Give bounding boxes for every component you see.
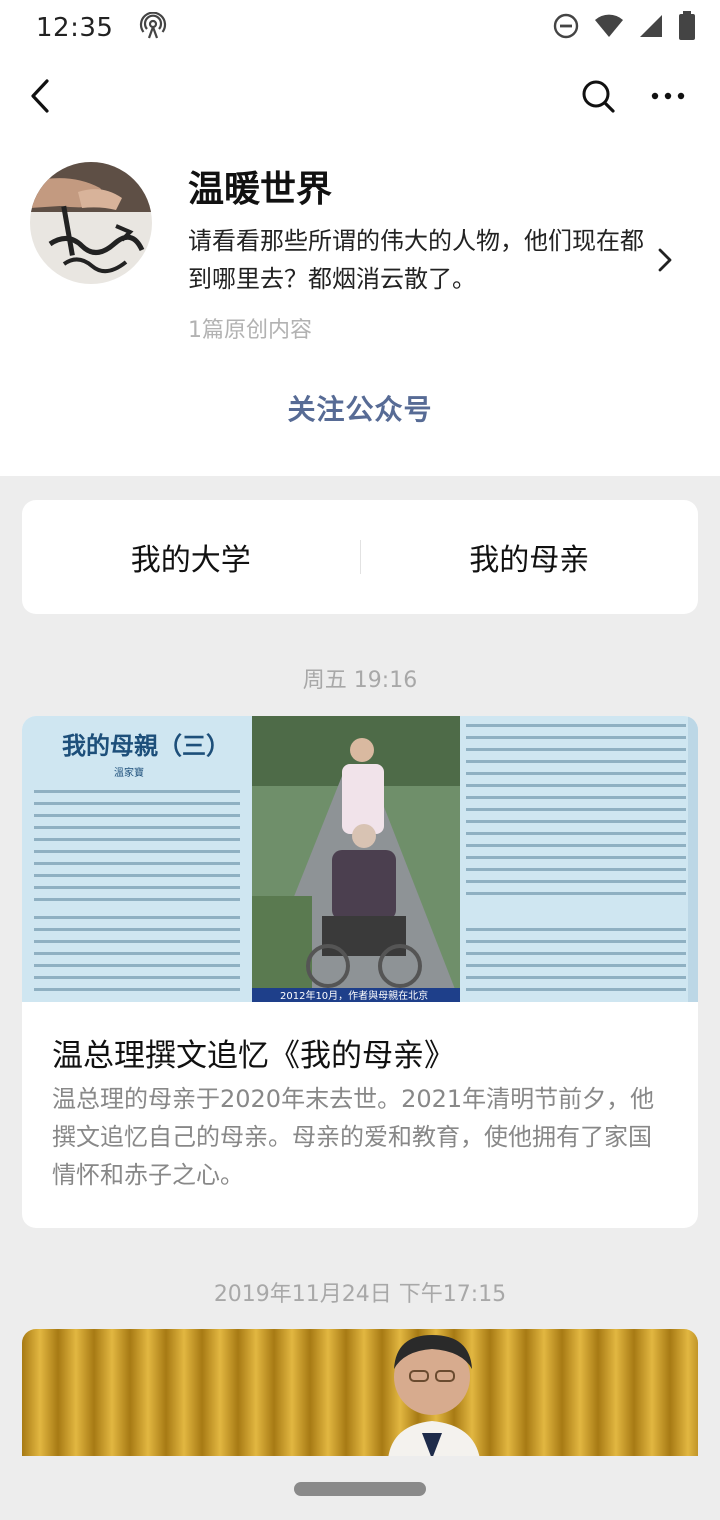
gesture-bar bbox=[0, 1456, 720, 1520]
article-cover-image bbox=[22, 1329, 698, 1459]
message-timestamp: 周五 19:16 bbox=[302, 668, 418, 693]
article-cover-image: 我的母親（三） 溫家寶 2012年10月，作者與母親在北京 bbox=[22, 716, 698, 1002]
article-title[interactable]: 温总理撰文追忆《我的母亲》 bbox=[52, 1030, 455, 1075]
cover-heading: 我的母親（三） bbox=[62, 732, 230, 760]
cover-caption: 2012年10月，作者與母親在北京 bbox=[280, 989, 428, 1002]
chevron-right-icon[interactable] bbox=[652, 246, 676, 274]
status-time: 12:35 bbox=[36, 13, 114, 43]
hotspot-icon bbox=[139, 11, 167, 44]
wifi-icon bbox=[594, 13, 624, 43]
menu-item-my-university[interactable]: 我的大学 bbox=[22, 535, 360, 579]
account-menu: 我的大学 我的母亲 bbox=[22, 500, 698, 614]
nav-bar bbox=[0, 56, 720, 136]
article-card[interactable]: 我的母親（三） 溫家寶 2012年10月，作者與母親在北京 温总理撰文追忆《我的… bbox=[22, 716, 698, 1228]
search-icon bbox=[582, 80, 615, 113]
avatar[interactable] bbox=[30, 162, 152, 284]
home-indicator[interactable] bbox=[294, 1482, 426, 1496]
account-description[interactable]: 请看看那些所谓的伟大的人物，他们现在都到哪里去？都烟消云散了。 bbox=[188, 222, 658, 298]
cellular-signal-icon bbox=[638, 13, 664, 43]
article-summary: 温总理的母亲于2020年末去世。2021年清明节前夕，他撰文追忆自己的母亲。母亲… bbox=[52, 1085, 655, 1189]
account-profile: 温暖世界 请看看那些所谓的伟大的人物，他们现在都到哪里去？都烟消云散了。 1篇原… bbox=[0, 136, 720, 476]
account-name: 温暖世界 bbox=[188, 169, 333, 210]
do-not-disturb-icon bbox=[552, 12, 580, 44]
original-content-count: 1篇原创内容 bbox=[188, 318, 312, 343]
menu-item-my-mother[interactable]: 我的母亲 bbox=[361, 535, 699, 579]
cover-author: 溫家寶 bbox=[114, 766, 144, 779]
back-icon bbox=[31, 79, 49, 113]
message-timestamp: 2019年11月24日 下午17:15 bbox=[213, 1282, 507, 1307]
status-bar: 12:35 bbox=[0, 0, 720, 56]
back-button[interactable] bbox=[20, 74, 60, 118]
more-icon bbox=[651, 92, 685, 100]
search-button[interactable] bbox=[576, 74, 620, 118]
article-card[interactable] bbox=[22, 1329, 698, 1459]
follow-button[interactable]: 关注公众号 bbox=[200, 384, 520, 432]
more-button[interactable] bbox=[646, 74, 690, 118]
battery-icon bbox=[678, 11, 696, 45]
